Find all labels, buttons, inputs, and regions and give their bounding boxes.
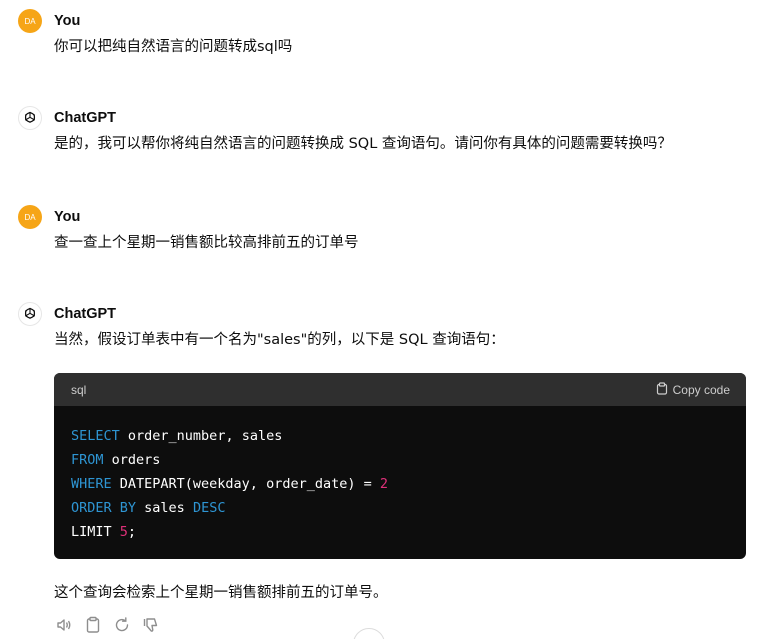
scroll-down-button[interactable] [353,628,385,639]
code-number: 2 [379,476,388,492]
code-line: FROM orders [71,448,729,472]
code-text: orders [103,452,161,468]
chat-page: DA You 你可以把纯自然语言的问题转成sql吗 ChatGPT 是的，我可以… [0,0,778,639]
code-text: order_number, sales [119,428,283,444]
code-line: LIMIT 5; [71,520,729,544]
speaker-icon[interactable] [54,615,74,635]
code-text: LIMIT [71,524,120,540]
code-line: SELECT order_number, sales [71,424,729,448]
code-keyword: WHERE [71,476,112,492]
message-assistant-1: ChatGPT 是的，我可以帮你将纯自然语言的问题转换成 SQL 查询语句。请问… [18,106,758,156]
author-name: You [54,209,81,225]
code-header: sql Copy code [54,373,746,406]
code-keyword: FROM [71,452,104,468]
author-name: You [54,13,81,29]
message-user-1: DA You 你可以把纯自然语言的问题转成sql吗 [18,9,758,59]
chatgpt-logo-icon [18,106,42,130]
code-text: ; [127,524,137,540]
message-text: 是的，我可以帮你将纯自然语言的问题转换成 SQL 查询语句。请问你有具体的问题需… [54,136,672,152]
code-content: SELECT order_number, sales FROM orders WHE… [54,406,746,559]
code-keyword: SELECT [71,428,120,444]
message-text: 当然，假设订单表中有一个名为"sales"的列，以下是 SQL 查询语句： [54,332,505,348]
thumbs-down-icon[interactable] [141,615,161,635]
message-user-2: DA You 查一查上个星期一销售额比较高排前五的订单号 [18,205,758,255]
user-avatar: DA [18,9,42,33]
message-text: 查一查上个星期一销售额比较高排前五的订单号 [54,235,359,251]
author-name: ChatGPT [54,110,117,126]
code-text: sales [136,500,193,516]
message-text-after-code: 这个查询会检索上个星期一销售额排前五的订单号。 [54,585,388,601]
code-keyword: ORDER BY [71,500,137,516]
author-name: ChatGPT [54,306,117,322]
message-text: 你可以把纯自然语言的问题转成sql吗 [54,39,293,55]
message-assistant-2: ChatGPT 当然，假设订单表中有一个名为"sales"的列，以下是 SQL … [18,302,758,352]
code-language-label: sql [71,382,87,397]
clipboard-icon[interactable] [83,615,103,635]
code-block: sql Copy code SELECT order_number, sales… [54,373,746,559]
code-line: WHERE DATEPART(weekday, order_date) = 2 [71,472,729,496]
code-text: DATEPART(weekday, order_date) = [111,476,380,492]
code-keyword: DESC [192,500,226,516]
user-avatar: DA [18,205,42,229]
copy-code-button[interactable]: Copy code [656,381,730,398]
code-line: ORDER BY sales DESC [71,496,729,520]
regenerate-icon[interactable] [112,615,132,635]
message-actions [54,615,161,635]
code-number: 5 [119,524,128,540]
copy-code-label: Copy code [672,382,730,397]
clipboard-icon [656,381,668,398]
chatgpt-logo-icon [18,302,42,326]
